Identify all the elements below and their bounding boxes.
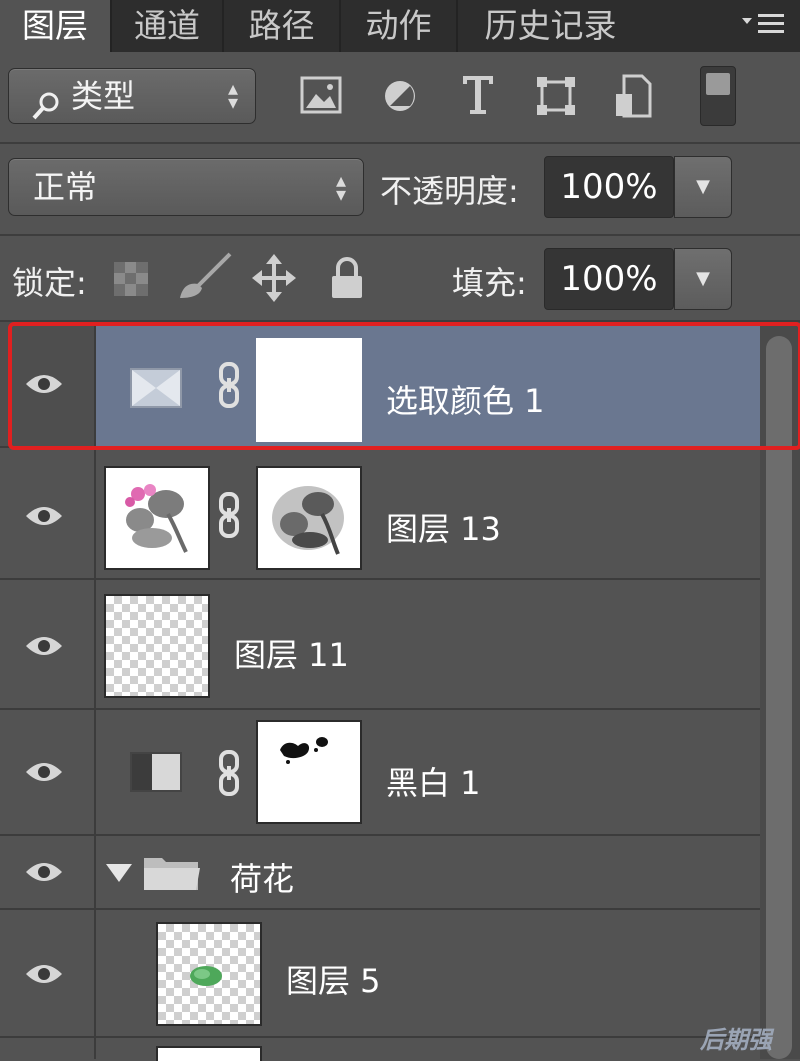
eye-icon bbox=[26, 763, 62, 781]
fill-dropdown-button[interactable]: ▼ bbox=[674, 248, 732, 310]
mask-artwork-thumbnail bbox=[280, 737, 328, 764]
folder-icon bbox=[144, 858, 200, 890]
fill-input[interactable]: 100% bbox=[544, 248, 674, 310]
flower-artwork-thumbnail bbox=[125, 484, 188, 553]
mask-artwork-thumbnail bbox=[272, 486, 344, 555]
link-chain-icon[interactable] bbox=[218, 492, 240, 538]
tab-layers[interactable]: 图层 bbox=[0, 0, 110, 52]
lock-all-icon[interactable] bbox=[330, 256, 364, 304]
blend-mode-label: 正常 bbox=[33, 168, 98, 206]
filter-toggle-icon[interactable] bbox=[700, 66, 736, 126]
layer-thumbnail[interactable] bbox=[156, 922, 262, 1026]
opacity-label: 不透明度: bbox=[380, 172, 519, 210]
selection-highlight-box bbox=[8, 322, 800, 450]
visibility-cell[interactable] bbox=[0, 580, 96, 708]
layer-name[interactable]: 图层 13 bbox=[386, 504, 501, 550]
layer-row-partial bbox=[0, 1038, 760, 1061]
layer-thumbnail[interactable] bbox=[104, 594, 210, 698]
lock-label: 锁定: bbox=[12, 264, 87, 302]
fill-label: 填充: bbox=[452, 264, 527, 302]
layer-row-layer-13[interactable]: 图层 13 bbox=[0, 448, 760, 580]
filter-kind-select[interactable]: 类型 ▴ ▾ bbox=[8, 68, 256, 124]
eye-icon bbox=[26, 863, 62, 881]
layer-row-layer-5[interactable]: 图层 5 bbox=[0, 910, 760, 1038]
layer-name[interactable]: 黑白 1 bbox=[386, 758, 481, 804]
panel-menu-icon[interactable] bbox=[740, 10, 790, 40]
type-filter-icon[interactable] bbox=[460, 72, 496, 120]
search-icon bbox=[31, 83, 61, 137]
tab-actions[interactable]: 动作 bbox=[341, 0, 456, 52]
visibility-cell[interactable] bbox=[0, 448, 96, 578]
layer-thumbnail[interactable] bbox=[104, 466, 210, 570]
layer-mask-thumbnail[interactable] bbox=[256, 720, 362, 824]
lock-transparent-icon[interactable] bbox=[114, 262, 148, 296]
lock-pixels-icon[interactable] bbox=[176, 252, 232, 304]
link-chain-icon[interactable] bbox=[218, 750, 240, 796]
visibility-cell bbox=[0, 1038, 96, 1059]
visibility-cell[interactable] bbox=[0, 710, 96, 834]
adjustment-filter-icon[interactable] bbox=[382, 78, 418, 118]
divider bbox=[0, 234, 800, 236]
smart-object-filter-icon[interactable] bbox=[614, 74, 652, 122]
layer-group-row-lotus[interactable]: 荷花 bbox=[0, 836, 760, 910]
chevron-down-icon: ▼ bbox=[696, 176, 710, 197]
spinner-arrows-icon: ▴ ▾ bbox=[227, 76, 239, 114]
group-name[interactable]: 荷花 bbox=[230, 854, 294, 900]
tab-paths[interactable]: 路径 bbox=[224, 0, 339, 52]
image-filter-icon[interactable] bbox=[300, 76, 342, 118]
tab-channels[interactable]: 通道 bbox=[112, 0, 222, 52]
lotus-leaf-thumbnail bbox=[190, 966, 222, 986]
visibility-cell[interactable] bbox=[0, 836, 96, 908]
divider bbox=[0, 142, 800, 144]
opacity-input[interactable]: 100% bbox=[544, 156, 674, 218]
lock-position-icon[interactable] bbox=[252, 254, 296, 306]
shape-filter-icon[interactable] bbox=[536, 76, 576, 120]
layer-name[interactable]: 图层 5 bbox=[286, 956, 381, 1002]
opacity-dropdown-button[interactable]: ▼ bbox=[674, 156, 732, 218]
watermark: 后期强 bbox=[700, 1026, 772, 1054]
layer-name[interactable]: 图层 11 bbox=[234, 630, 349, 676]
layer-row-black-white[interactable]: 黑白 1 bbox=[0, 710, 760, 836]
black-white-adjustment-icon bbox=[130, 752, 182, 796]
eye-icon bbox=[26, 965, 62, 983]
disclosure-triangle-icon[interactable] bbox=[106, 864, 132, 884]
layer-mask-thumbnail[interactable] bbox=[256, 466, 362, 570]
spinner-arrows-icon: ▴ ▾ bbox=[335, 168, 347, 206]
eye-icon bbox=[26, 507, 62, 525]
eye-icon bbox=[26, 637, 62, 655]
visibility-cell[interactable] bbox=[0, 910, 96, 1036]
filter-kind-label: 类型 bbox=[71, 77, 136, 115]
blend-mode-select[interactable]: 正常 ▴ ▾ bbox=[8, 158, 364, 216]
chevron-down-icon: ▼ bbox=[696, 268, 710, 289]
tab-history[interactable]: 历史记录 bbox=[458, 0, 643, 52]
layer-row-layer-11[interactable]: 图层 11 bbox=[0, 580, 760, 710]
